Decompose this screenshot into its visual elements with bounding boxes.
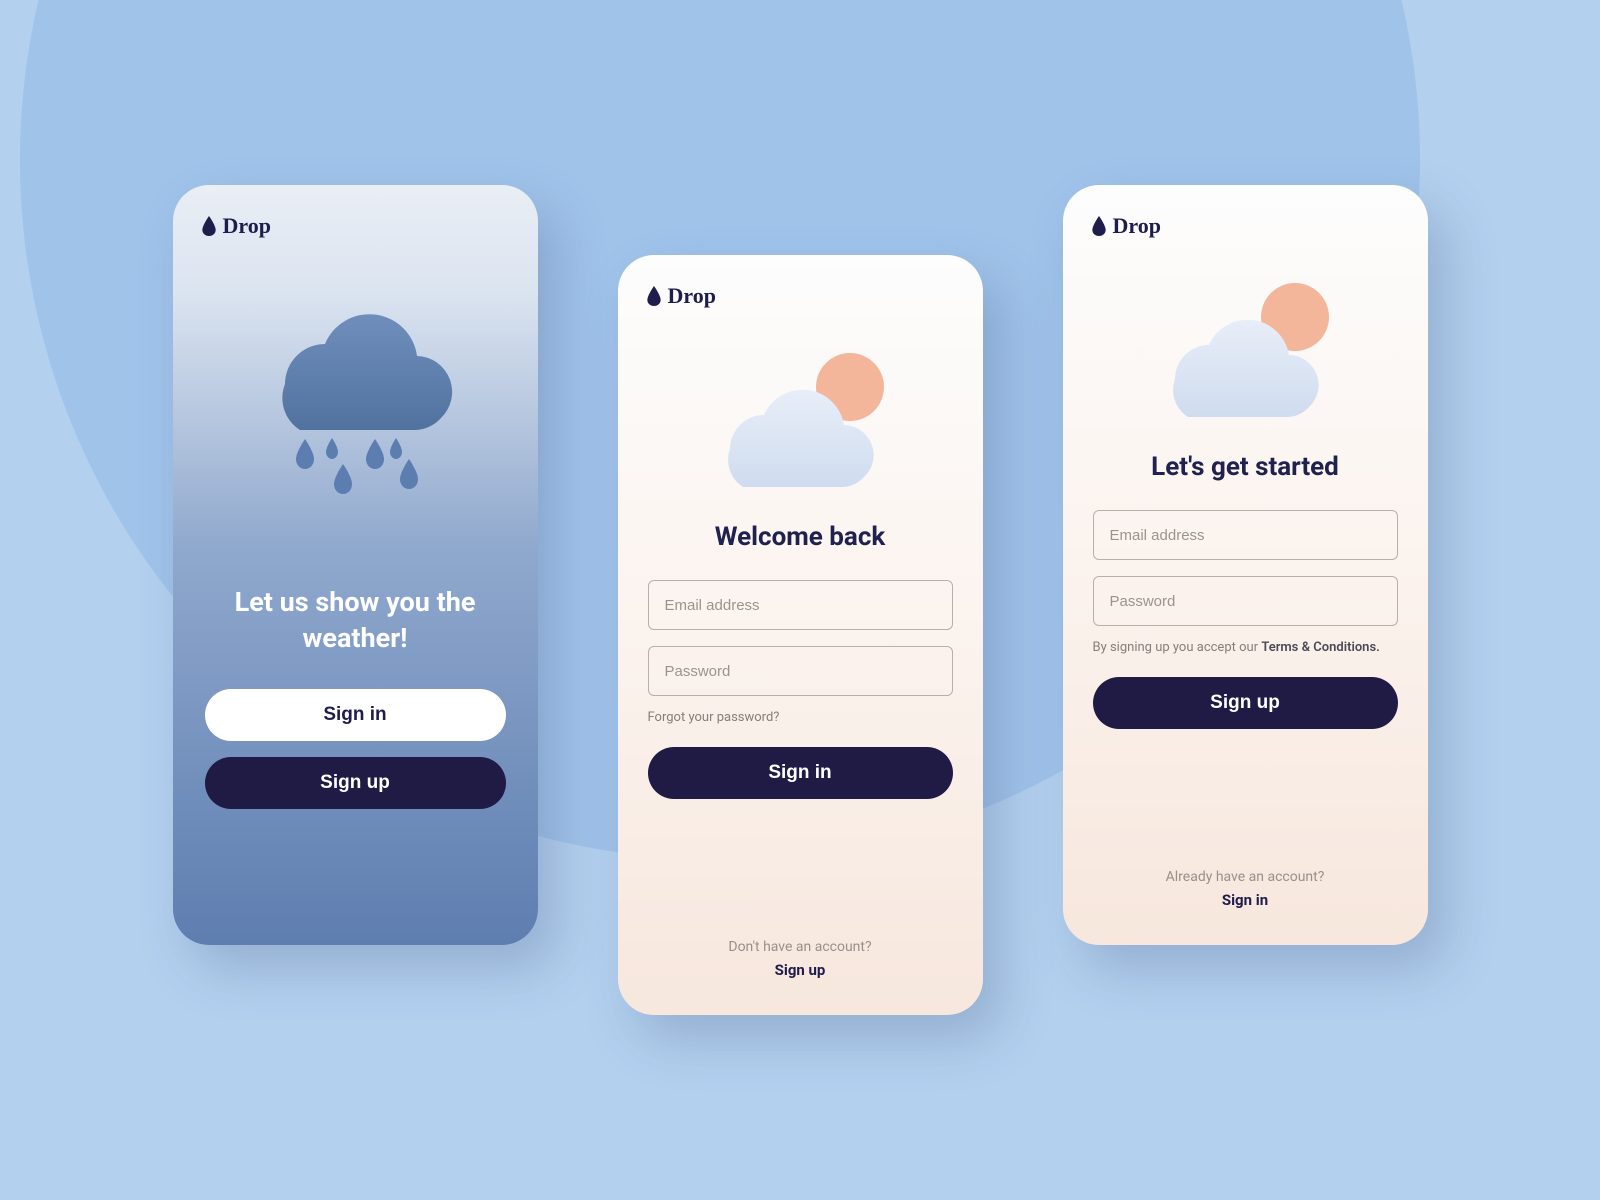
cloud-sun-icon: [695, 339, 905, 494]
signin-button[interactable]: Sign in: [205, 689, 506, 741]
screens-row: Drop Let us show yo: [0, 0, 1600, 1200]
screen-signin: Drop Welcome back Forgot your password? …: [618, 255, 983, 1015]
alt-prompt: Already have an account?: [1063, 869, 1428, 885]
rain-cloud-illustration: [173, 284, 538, 524]
cloud-sun-icon: [1140, 269, 1350, 424]
email-field[interactable]: [1093, 510, 1398, 560]
logo: Drop: [1063, 185, 1428, 239]
cloud-sun-illustration: [618, 339, 983, 494]
signin-link[interactable]: Sign in: [1063, 891, 1428, 909]
email-field[interactable]: [648, 580, 953, 630]
signup-title: Let's get started: [1063, 452, 1428, 482]
cloud-rain-icon: [230, 284, 480, 524]
drop-icon: [201, 216, 217, 236]
logo: Drop: [618, 255, 983, 309]
logo-text: Drop: [1113, 213, 1162, 239]
alt-prompt: Don't have an account?: [618, 939, 983, 955]
signin-submit-button[interactable]: Sign in: [648, 747, 953, 799]
password-field[interactable]: [1093, 576, 1398, 626]
drop-icon: [646, 286, 662, 306]
cloud-sun-illustration: [1063, 269, 1428, 424]
screen-welcome: Drop Let us show yo: [173, 185, 538, 945]
terms-text: By signing up you accept our Terms & Con…: [1063, 640, 1428, 655]
signup-submit-button[interactable]: Sign up: [1093, 677, 1398, 729]
signup-link[interactable]: Sign up: [618, 961, 983, 979]
drop-icon: [1091, 216, 1107, 236]
screen-signup: Drop Let's get started By signing up you…: [1063, 185, 1428, 945]
signin-title: Welcome back: [618, 522, 983, 552]
welcome-headline: Let us show you the weather!: [173, 584, 538, 657]
signup-button[interactable]: Sign up: [205, 757, 506, 809]
terms-link[interactable]: Terms & Conditions.: [1261, 640, 1380, 655]
logo: Drop: [173, 185, 538, 239]
terms-prefix: By signing up you accept our: [1093, 640, 1262, 655]
password-field[interactable]: [648, 646, 953, 696]
logo-text: Drop: [668, 283, 717, 309]
forgot-password-link[interactable]: Forgot your password?: [618, 710, 983, 725]
logo-text: Drop: [223, 213, 272, 239]
